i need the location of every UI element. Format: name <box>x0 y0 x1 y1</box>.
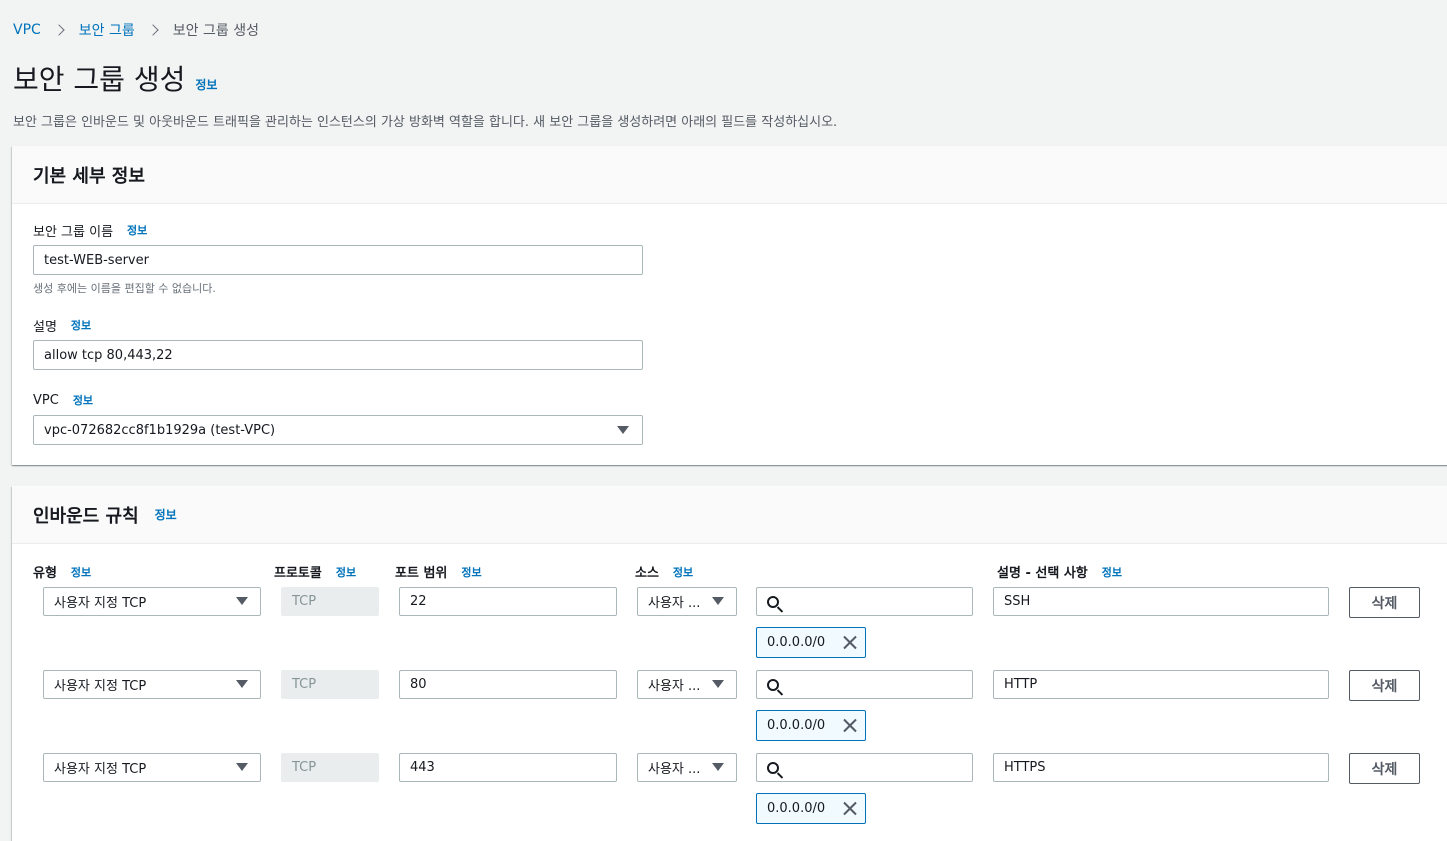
column-source: 소스 정보 <box>635 564 694 582</box>
caret-down-icon <box>712 763 724 771</box>
delete-rule-button[interactable]: 삭제 <box>1349 670 1420 701</box>
inbound-rule-row: 사용자 지정 TCP TCP 443 사용자 ... HTTPS 삭제 0.0.… <box>12 753 1447 825</box>
delete-rule-button[interactable]: 삭제 <box>1349 587 1420 618</box>
inbound-info-link[interactable]: 정보 <box>155 506 177 523</box>
cidr-token: 0.0.0.0/0 <box>756 710 866 741</box>
column-type: 유형 정보 <box>33 564 92 582</box>
caret-down-icon <box>712 680 724 688</box>
search-icon <box>767 595 779 608</box>
source-info-link[interactable]: 정보 <box>673 564 693 580</box>
rule-port-input[interactable]: 22 <box>399 587 617 616</box>
delete-rule-button[interactable]: 삭제 <box>1349 753 1420 784</box>
close-icon[interactable] <box>842 718 857 733</box>
column-port-range: 포트 범위 정보 <box>395 564 482 582</box>
name-field: 보안 그룹 이름 정보 test-WEB-server 생성 후에는 이름을 편… <box>33 221 643 296</box>
page-title: 보안 그룹 생성 <box>13 63 186 96</box>
breadcrumb-current: 보안 그룹 생성 <box>172 23 259 39</box>
protocol-info-link[interactable]: 정보 <box>336 564 356 580</box>
inbound-rules-panel: 인바운드 규칙 정보 유형 정보 프로토콜 정보 포트 범위 정보 소스 정보 … <box>12 486 1447 841</box>
chevron-right-icon <box>53 24 65 36</box>
name-label: 보안 그룹 이름 <box>33 224 114 240</box>
breadcrumb-security-groups[interactable]: 보안 그룹 <box>79 20 135 40</box>
rule-description-input[interactable]: HTTPS <box>993 753 1329 782</box>
name-hint: 생성 후에는 이름을 편집할 수 없습니다. <box>33 282 216 295</box>
vpc-select-value: vpc-072682cc8f1b1929a (test-VPC) <box>44 422 276 438</box>
vpc-info-link[interactable]: 정보 <box>73 392 93 408</box>
inbound-rules-heading: 인바운드 규칙 <box>33 505 139 527</box>
basic-details-header: 기본 세부 정보 <box>12 146 1447 204</box>
rule-cidr-search-input[interactable] <box>756 670 973 699</box>
page-info-link[interactable]: 정보 <box>195 76 217 93</box>
vpc-select[interactable]: vpc-072682cc8f1b1929a (test-VPC) <box>33 415 643 445</box>
cidr-token: 0.0.0.0/0 <box>756 793 866 824</box>
description-field: 설명 정보 allow tcp 80,443,22 <box>33 316 643 370</box>
rule-source-select[interactable]: 사용자 ... <box>637 753 737 782</box>
rule-protocol-field: TCP <box>281 753 379 782</box>
chevron-right-icon <box>147 24 159 36</box>
rule-source-select[interactable]: 사용자 ... <box>637 670 737 699</box>
rule-source-select[interactable]: 사용자 ... <box>637 587 737 616</box>
caret-down-icon <box>617 426 629 434</box>
vpc-field: VPC 정보 vpc-072682cc8f1b1929a (test-VPC) <box>33 391 643 445</box>
rule-type-select[interactable]: 사용자 지정 TCP <box>43 670 261 699</box>
rule-description-input[interactable]: HTTP <box>993 670 1329 699</box>
rule-cidr-search-input[interactable] <box>756 587 973 616</box>
description-input[interactable]: allow tcp 80,443,22 <box>33 340 643 370</box>
breadcrumb-vpc[interactable]: VPC <box>13 22 41 38</box>
page-title-container: 보안 그룹 생성 정보 <box>13 58 217 98</box>
inbound-rule-row: 사용자 지정 TCP TCP 22 사용자 ... SSH 삭제 0.0.0.0… <box>12 587 1447 659</box>
vpc-label: VPC <box>33 392 59 408</box>
rule-cidr-search-input[interactable] <box>756 753 973 782</box>
caret-down-icon <box>236 680 248 688</box>
description-label: 설명 <box>33 319 57 335</box>
column-protocol: 프로토콜 정보 <box>274 564 357 582</box>
rule-protocol-field: TCP <box>281 587 379 616</box>
port-info-link[interactable]: 정보 <box>461 564 481 580</box>
basic-details-heading: 기본 세부 정보 <box>33 165 145 187</box>
rule-port-input[interactable]: 443 <box>399 753 617 782</box>
rule-port-input[interactable]: 80 <box>399 670 617 699</box>
rule-type-select[interactable]: 사용자 지정 TCP <box>43 753 261 782</box>
search-icon <box>767 761 779 774</box>
caret-down-icon <box>236 597 248 605</box>
close-icon[interactable] <box>842 801 857 816</box>
description-info-link[interactable]: 정보 <box>71 317 91 333</box>
inbound-rules-header: 인바운드 규칙 정보 <box>12 486 1447 544</box>
column-description: 설명 - 선택 사항 정보 <box>997 564 1122 582</box>
rule-description-input[interactable]: SSH <box>993 587 1329 616</box>
basic-details-panel: 기본 세부 정보 보안 그룹 이름 정보 test-WEB-server 생성 … <box>12 146 1447 465</box>
rule-type-select[interactable]: 사용자 지정 TCP <box>43 587 261 616</box>
cidr-token: 0.0.0.0/0 <box>756 627 866 658</box>
page-description: 보안 그룹은 인바운드 및 아웃바운드 트래픽을 관리하는 인스턴스의 가상 방… <box>13 115 838 130</box>
name-info-link[interactable]: 정보 <box>127 222 147 238</box>
type-info-link[interactable]: 정보 <box>71 564 91 580</box>
caret-down-icon <box>712 597 724 605</box>
breadcrumb: VPC 보안 그룹 보안 그룹 생성 <box>13 20 259 40</box>
security-group-name-input[interactable]: test-WEB-server <box>33 245 643 275</box>
close-icon[interactable] <box>842 635 857 650</box>
rule-protocol-field: TCP <box>281 670 379 699</box>
inbound-rule-row: 사용자 지정 TCP TCP 80 사용자 ... HTTP 삭제 0.0.0.… <box>12 670 1447 742</box>
description-col-info-link[interactable]: 정보 <box>1102 564 1122 580</box>
caret-down-icon <box>236 763 248 771</box>
search-icon <box>767 678 779 691</box>
